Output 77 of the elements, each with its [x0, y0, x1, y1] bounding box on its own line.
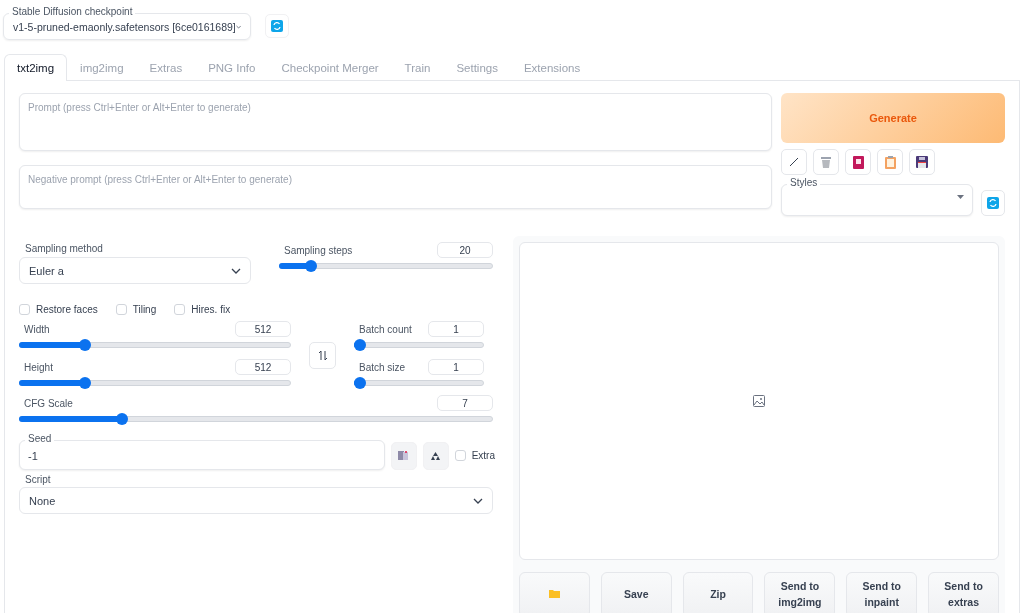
tab[interactable]: txt2img: [4, 54, 68, 81]
checkbox[interactable]: [115, 304, 127, 315]
dropdown-value: Euler a: [29, 264, 64, 277]
checkbox-label: Tiling: [132, 304, 157, 315]
caret-icon: [957, 194, 964, 199]
prompt-field[interactable]: Prompt (press Ctrl+Enter or Alt+Enter to generate): [19, 93, 772, 151]
checkbox[interactable]: [174, 304, 186, 315]
checkbox-label: Restore faces: [36, 304, 98, 315]
output-action-button[interactable]: Send to img2img: [764, 572, 836, 613]
field-label: Styles: [787, 177, 821, 189]
clipboard-icon: [884, 155, 896, 169]
trash-icon: [820, 155, 832, 169]
chevron-down-icon: [235, 24, 241, 30]
slider-label: Width: [24, 323, 50, 335]
swap-arrows-icon: [318, 349, 327, 361]
number-field[interactable]: 512: [235, 321, 291, 337]
chevron-down-icon: [473, 497, 483, 504]
slider-track[interactable]: [19, 413, 493, 425]
swap-button[interactable]: [309, 341, 336, 369]
slider-label: CFG Scale: [24, 397, 73, 409]
folder-icon: [548, 589, 560, 599]
output-action-button[interactable]: Send to extras: [928, 572, 999, 613]
slider-track[interactable]: [279, 260, 493, 272]
picture-button[interactable]: [845, 149, 871, 175]
negative-prompt-field[interactable]: Negative prompt (press Ctrl+Enter or Alt+Enter to generate): [19, 165, 772, 209]
field-label: Sampling method: [24, 243, 104, 254]
dropdown-value: v1-5-pruned-emaonly.safetensors [6ce0161689]: [13, 21, 236, 33]
slider-track[interactable]: [354, 377, 484, 389]
checkbox-label: Hires. fix: [191, 304, 231, 315]
refresh-button[interactable]: [265, 14, 289, 38]
slider-label: Batch count: [359, 323, 412, 335]
number-field[interactable]: 1: [428, 321, 484, 337]
field-label: Seed: [25, 433, 55, 445]
slider-label: Sampling steps: [284, 244, 353, 256]
refresh-button[interactable]: [981, 190, 1005, 216]
seed-field[interactable]: Seed -1: [19, 433, 386, 470]
output-action-button[interactable]: Send to inpaint: [846, 572, 918, 613]
number-field[interactable]: 7: [437, 395, 493, 411]
random-seed-button[interactable]: [391, 442, 417, 470]
dice-icon: [398, 451, 410, 461]
sampling-method-dropdown[interactable]: Euler a: [19, 257, 251, 284]
reuse-seed-button[interactable]: [422, 442, 449, 470]
checkpoint-dropdown[interactable]: Stable Diffusion checkpoint v1-5-pruned-emaonly.safetensors [6ce0161689]: [3, 6, 251, 40]
number-field[interactable]: 512: [235, 359, 291, 375]
slider-thumb[interactable]: [354, 339, 366, 351]
slider-label: Batch size: [359, 361, 406, 373]
checkbox[interactable]: [19, 304, 30, 315]
styles-dropdown[interactable]: Styles: [781, 177, 973, 216]
slider-thumb[interactable]: [78, 377, 91, 389]
field-label: Script: [24, 474, 52, 485]
number-field[interactable]: 1: [428, 359, 484, 375]
refresh-icon: [987, 197, 999, 209]
dropdown-value: None: [29, 494, 56, 507]
slider-track[interactable]: [354, 339, 484, 351]
number-field[interactable]: 20: [437, 242, 493, 258]
slider-thumb[interactable]: [116, 413, 128, 425]
image-placeholder-icon: [753, 395, 765, 407]
script-dropdown[interactable]: None: [19, 487, 493, 514]
pen-icon: [788, 156, 800, 168]
slider-label: Height: [24, 361, 53, 373]
field-value: -1: [28, 449, 38, 462]
slider-thumb[interactable]: [305, 260, 318, 272]
refresh-icon: [271, 20, 283, 32]
save-style-button[interactable]: [909, 149, 935, 175]
trash-button[interactable]: [813, 149, 839, 175]
output-action-button[interactable]: Save: [600, 572, 672, 613]
slider-thumb[interactable]: [354, 377, 366, 389]
slider-thumb[interactable]: [78, 339, 91, 351]
chevron-down-icon: [231, 267, 241, 274]
slider-track[interactable]: [19, 377, 291, 389]
clipboard-button[interactable]: [877, 149, 903, 175]
checkbox[interactable]: [454, 450, 466, 461]
slider-track[interactable]: [19, 339, 291, 351]
picture-card-icon: [852, 155, 864, 169]
checkbox-label: Extra: [471, 450, 495, 461]
field-label: Stable Diffusion checkpoint: [9, 6, 136, 18]
output-action-button[interactable]: Zip: [682, 572, 754, 613]
